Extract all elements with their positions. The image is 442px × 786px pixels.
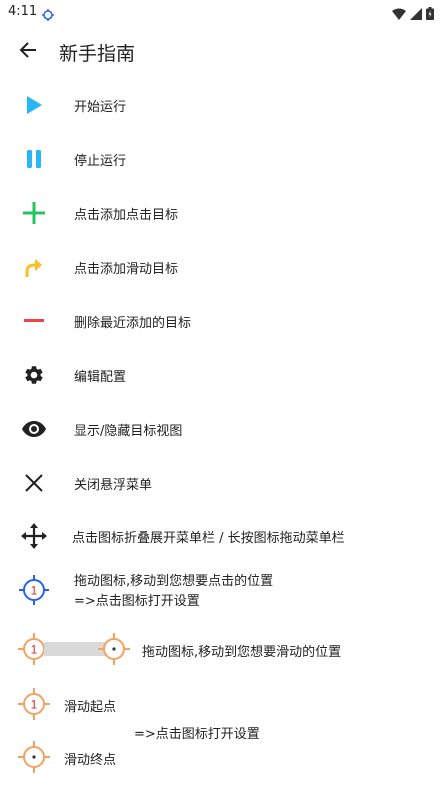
minus-icon xyxy=(16,305,52,337)
list-item-remove: 删除最近添加的目标 xyxy=(0,301,442,341)
list-item-label: 编辑配置 xyxy=(74,370,127,385)
list-item-label: 显示/隐藏目标视图 xyxy=(74,424,183,439)
plus-icon xyxy=(16,197,52,229)
list-item-move-menu: 点击图标折叠展开菜单栏 / 长按图标拖动菜单栏 xyxy=(0,516,442,556)
list-item-label: 开始运行 xyxy=(74,100,127,115)
swipe-end-label: 滑动终点 xyxy=(64,753,117,768)
swipe-target-row: 1 拖动图标,移动到您想要滑动的位置 xyxy=(0,632,442,668)
click-target-row: 1 拖动图标,移动到您想要点击的位置 =>点击图标打开设置 xyxy=(0,572,442,612)
list-item-toggle-view: 显示/隐藏目标视图 xyxy=(0,409,442,449)
wifi-icon xyxy=(392,5,406,24)
list-item-stop: 停止运行 xyxy=(0,139,442,179)
arrow-left-icon xyxy=(18,40,38,64)
list-item-label: 点击添加点击目标 xyxy=(74,208,179,223)
battery-icon xyxy=(426,5,434,24)
list-item-label: 点击图标折叠展开菜单栏 / 长按图标拖动菜单栏 xyxy=(72,531,345,546)
click-target-number: 1 xyxy=(31,584,38,598)
gear-icon xyxy=(16,359,52,391)
click-target-line2: =>点击图标打开设置 xyxy=(74,594,200,609)
swipe-arrow-icon xyxy=(16,251,52,283)
swipe-end-point-icon xyxy=(18,741,50,773)
crosshair-blue-icon: 1 xyxy=(16,574,52,606)
close-icon xyxy=(16,467,52,499)
list-item-close-menu: 关闭悬浮菜单 xyxy=(0,463,442,503)
pause-icon xyxy=(16,143,52,175)
location-icon xyxy=(42,6,54,25)
swipe-end-crosshair-icon xyxy=(98,633,130,665)
list-item-label: 停止运行 xyxy=(74,154,127,169)
swipe-settings-hint: =>点击图标打开设置 xyxy=(134,727,260,742)
swipe-start-point-number: 1 xyxy=(31,698,38,712)
swipe-start-point-icon: 1 xyxy=(18,688,50,720)
app-bar: 新手指南 xyxy=(0,30,442,74)
page-title: 新手指南 xyxy=(59,43,136,65)
list-item-edit-config: 编辑配置 xyxy=(0,355,442,395)
list-item-label: 删除最近添加的目标 xyxy=(74,316,192,331)
play-icon xyxy=(16,89,52,121)
list-item-add-swipe: 点击添加滑动目标 xyxy=(0,247,442,287)
list-item-start: 开始运行 xyxy=(0,85,442,125)
list-item-add-click: 点击添加点击目标 xyxy=(0,193,442,233)
swipe-target-label: 拖动图标,移动到您想要滑动的位置 xyxy=(142,645,342,660)
swipe-start-number: 1 xyxy=(31,643,38,657)
click-target-line1: 拖动图标,移动到您想要点击的位置 xyxy=(74,574,274,589)
signal-icon xyxy=(410,5,422,24)
list-item-label: 点击添加滑动目标 xyxy=(74,262,179,277)
list-item-label: 关闭悬浮菜单 xyxy=(74,478,153,493)
back-button[interactable] xyxy=(14,38,42,66)
eye-icon xyxy=(16,413,52,445)
swipe-start-label: 滑动起点 xyxy=(64,700,117,715)
status-time: 4:11 xyxy=(8,4,38,19)
move-icon xyxy=(16,520,52,552)
status-bar: 4:11 xyxy=(0,0,442,24)
